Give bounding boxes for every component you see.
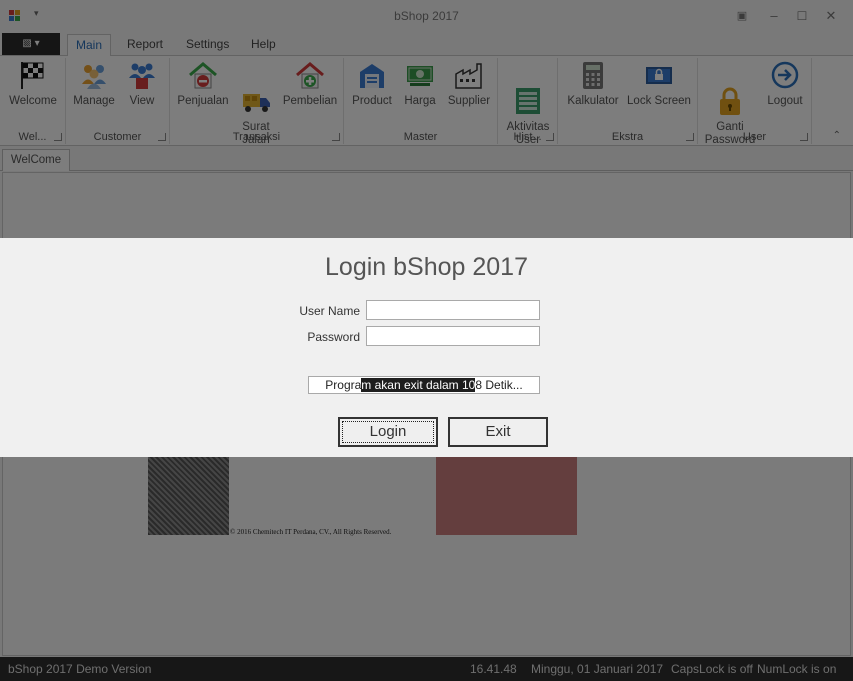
login-dialog: Login bShop 2017 User Name Password Prog… [0, 238, 853, 457]
exit-button[interactable]: Exit [448, 417, 548, 447]
username-input[interactable] [366, 300, 540, 320]
login-title: Login bShop 2017 [325, 253, 528, 281]
countdown-text-selected: m akan exit dalam 10 [361, 378, 476, 392]
password-input[interactable] [366, 326, 540, 346]
username-label: User Name [299, 304, 360, 318]
countdown-text-end: 8 Detik... [475, 378, 523, 392]
login-button[interactable]: Login [338, 417, 438, 447]
countdown-text-start: Progra [325, 378, 362, 392]
password-label: Password [307, 330, 360, 344]
exit-countdown-text: Program akan exit dalam 108 Detik... [308, 376, 540, 394]
